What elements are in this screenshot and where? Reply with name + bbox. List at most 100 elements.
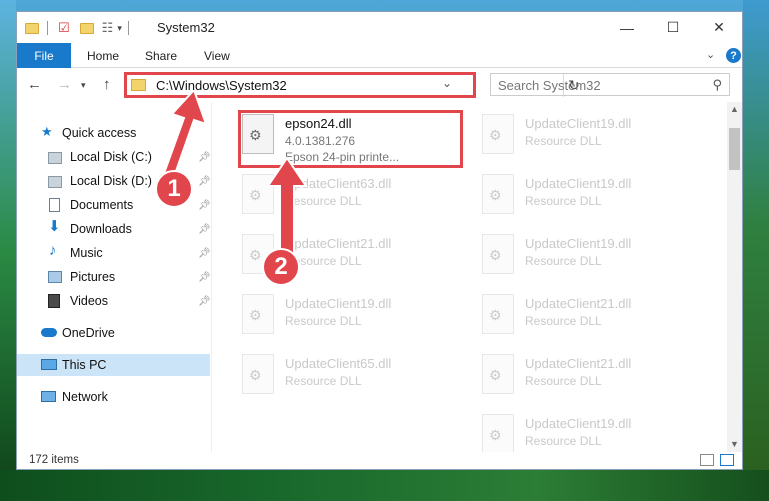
file-item[interactable]: ⚙ UpdateClient19.dll Resource DLL: [452, 410, 692, 452]
pin-icon[interactable]: 📌︎: [198, 272, 211, 283]
downloads-icon: ⬇: [48, 218, 61, 235]
sidebar-item-label: Videos: [70, 294, 108, 308]
gear-icon: ⚙: [489, 427, 502, 443]
desktop-background-bottom: [0, 470, 769, 501]
drive-icon: [48, 152, 62, 164]
explorer-window: ☑ ☷ ▾ System32 — ☐ ✕ File Home Share Vie…: [16, 11, 743, 470]
music-icon: ♪: [49, 242, 57, 259]
item-count: 172 items: [29, 454, 79, 466]
tab-file[interactable]: File: [17, 43, 71, 68]
computer-icon: [41, 359, 57, 370]
documents-icon: [49, 198, 60, 212]
navigation-bar: ← → ▾ ↑ C:\Windows\System32 ⌄ ↻ Search S…: [17, 68, 742, 102]
sidebar-item-music[interactable]: ♪ Music 📌︎: [17, 242, 211, 264]
pin-icon[interactable]: 📌︎: [198, 296, 211, 307]
gear-icon: ⚙: [489, 367, 502, 383]
sidebar-item-label: Downloads: [70, 222, 132, 236]
file-type: Resource DLL: [525, 254, 602, 268]
tab-view[interactable]: View: [204, 43, 230, 68]
pin-icon[interactable]: 📌︎: [198, 200, 211, 211]
sidebar-item-label: This PC: [62, 358, 107, 372]
sidebar-item-network[interactable]: Network: [17, 386, 210, 408]
file-type: Resource DLL: [525, 194, 602, 208]
tiles-view-icon[interactable]: [720, 454, 734, 466]
annotation-badge-1: 1: [155, 170, 193, 208]
file-name: UpdateClient19.dll: [525, 236, 632, 251]
file-item[interactable]: ⚙ UpdateClient19.dll Resource DLL: [452, 170, 692, 230]
close-button[interactable]: ✕: [696, 12, 742, 43]
expand-ribbon-chevron-icon[interactable]: ⌄: [706, 48, 715, 61]
file-item[interactable]: ⚙ UpdateClient63.dll Resource DLL: [212, 170, 452, 230]
minimize-button[interactable]: —: [604, 12, 650, 43]
rename-icon[interactable]: ☷: [102, 20, 114, 36]
file-item[interactable]: ⚙ UpdateClient19.dll Resource DLL: [212, 290, 452, 350]
window-title: System32: [157, 20, 215, 35]
gear-icon: ⚙: [489, 247, 502, 263]
vertical-scrollbar[interactable]: ▲ ▼: [727, 102, 742, 452]
file-item[interactable]: ⚙ UpdateClient19.dll Resource DLL: [452, 230, 692, 290]
desktop-background-left: [0, 0, 16, 501]
sidebar-item-onedrive[interactable]: OneDrive: [17, 322, 210, 344]
dll-file-icon: ⚙: [242, 354, 274, 394]
sidebar-item-this-pc[interactable]: This PC: [17, 354, 210, 376]
dll-file-icon: ⚙: [482, 294, 514, 334]
dll-file-icon: ⚙: [482, 234, 514, 274]
sidebar-item-videos[interactable]: Videos 📌︎: [17, 290, 211, 312]
up-arrow-icon[interactable]: ↑: [103, 76, 111, 93]
forward-arrow-icon[interactable]: →: [57, 76, 72, 93]
scroll-down-icon[interactable]: ▼: [730, 439, 739, 449]
gear-icon: ⚙: [249, 367, 262, 383]
file-item[interactable]: ⚙ UpdateClient21.dll Resource DLL: [452, 350, 692, 410]
sidebar-item-label: OneDrive: [62, 326, 115, 340]
file-item[interactable]: ⚙ UpdateClient19.dll Resource DLL: [452, 110, 692, 170]
help-icon[interactable]: ?: [726, 48, 741, 63]
drive-icon: [48, 176, 62, 188]
details-view-icon[interactable]: [700, 454, 714, 466]
gear-icon: ⚙: [249, 307, 262, 323]
pin-icon[interactable]: 📌︎: [198, 248, 211, 259]
status-bar: 172 items: [17, 452, 742, 469]
gear-icon: ⚙: [249, 187, 262, 203]
file-type: Resource DLL: [285, 314, 362, 328]
file-item[interactable]: ⚙ UpdateClient21.dll Resource DLL: [452, 290, 692, 350]
search-icon: ⚲: [712, 77, 722, 92]
maximize-button[interactable]: ☐: [650, 12, 696, 43]
file-type: Resource DLL: [525, 314, 602, 328]
scrollbar-thumb[interactable]: [729, 128, 740, 170]
tab-share[interactable]: Share: [145, 43, 177, 68]
scroll-up-icon[interactable]: ▲: [730, 104, 739, 114]
tab-home[interactable]: Home: [87, 43, 119, 68]
pin-icon[interactable]: 📌︎: [198, 224, 211, 235]
back-arrow-icon[interactable]: ←: [27, 76, 42, 93]
file-name: UpdateClient19.dll: [285, 296, 392, 311]
gear-icon: ⚙: [249, 247, 262, 263]
properties-icon[interactable]: ☑: [58, 20, 70, 36]
dll-file-icon: ⚙: [482, 114, 514, 154]
file-type: Resource DLL: [525, 374, 602, 388]
search-input[interactable]: Search System32 ⚲: [490, 73, 730, 96]
recent-locations-chevron-icon[interactable]: ▾: [81, 80, 86, 91]
ribbon-tabs: File Home Share View ⌄ ?: [17, 43, 742, 68]
annotation-badge-2: 2: [262, 248, 300, 286]
file-item[interactable]: ⚙ UpdateClient21.dll Resource DLL: [212, 230, 452, 290]
file-name: UpdateClient19.dll: [525, 116, 632, 131]
videos-icon: [48, 294, 60, 308]
sidebar-item-label: Quick access: [62, 126, 137, 140]
gear-icon: ⚙: [489, 187, 502, 203]
file-name: UpdateClient65.dll: [285, 356, 392, 371]
dll-file-icon: ⚙: [482, 174, 514, 214]
file-item[interactable]: ⚙ UpdateClient65.dll Resource DLL: [212, 350, 452, 410]
network-icon: [41, 391, 56, 402]
new-folder-icon[interactable]: [79, 22, 94, 34]
file-name: UpdateClient19.dll: [525, 176, 632, 191]
search-placeholder: Search System32: [498, 78, 601, 93]
sidebar-item-downloads[interactable]: ⬇ Downloads 📌︎: [17, 218, 211, 240]
sidebar-item-label: Documents: [70, 198, 134, 212]
sidebar-item-pictures[interactable]: Pictures 📌︎: [17, 266, 211, 288]
divider: [47, 21, 48, 35]
sidebar-item-label: Pictures: [70, 270, 116, 284]
pictures-icon: [48, 271, 62, 283]
chevron-down-icon[interactable]: ▾: [117, 23, 122, 34]
gear-icon: ⚙: [489, 307, 502, 323]
onedrive-cloud-icon: [41, 328, 57, 337]
